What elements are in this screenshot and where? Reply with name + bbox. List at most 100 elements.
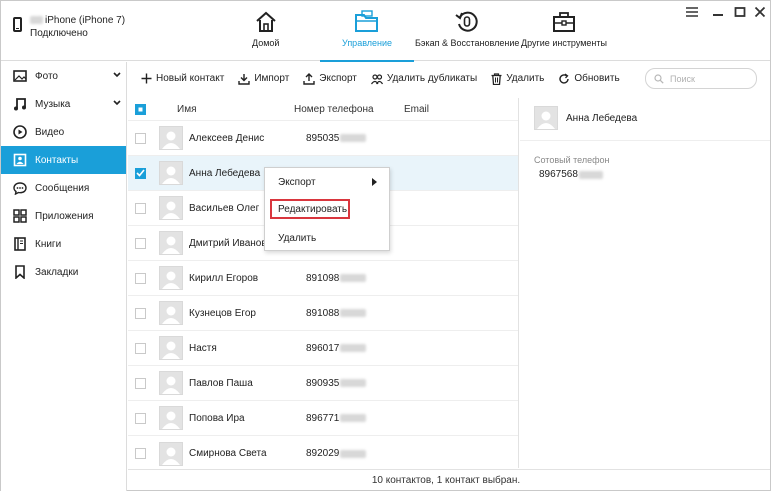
nav-manage[interactable]: Управление (319, 1, 415, 62)
avatar (159, 161, 183, 185)
sidebar-item-photo[interactable]: Фото (1, 62, 126, 90)
contact-phone: 896017 (306, 342, 340, 354)
redacted-digits (340, 379, 367, 387)
table-row[interactable]: Смирнова Света 892029 (128, 436, 518, 471)
menu-icon (686, 7, 698, 17)
avatar (159, 441, 183, 466)
avatar (159, 231, 183, 255)
row-checkbox[interactable] (135, 377, 146, 389)
checkmark-icon (136, 169, 145, 177)
column-header-phone[interactable]: Номер телефона (294, 104, 404, 115)
row-checkbox[interactable] (135, 167, 146, 179)
table-row[interactable]: Кузнецов Егор 891088 (128, 296, 518, 331)
context-menu-edit-label: Редактировать (278, 203, 348, 215)
sidebar-item-contacts[interactable]: Контакты (1, 146, 126, 174)
contact-name: Алексеев Денис (189, 132, 265, 144)
contact-phone: 891098 (306, 272, 340, 284)
contact-name: Смирнова Света (189, 448, 267, 459)
table-row[interactable]: Попова Ира 896771 (128, 401, 518, 436)
context-menu: Экспорт Редактировать Удалить (264, 167, 390, 251)
row-checkbox[interactable] (135, 412, 146, 424)
table-row[interactable]: Настя 896017 (128, 331, 518, 366)
context-menu-edit[interactable]: Редактировать (270, 199, 350, 219)
plus-icon (141, 73, 152, 84)
sidebar-item-bookmarks[interactable]: Закладки (1, 258, 126, 286)
sidebar-item-video[interactable]: Видео (1, 118, 126, 146)
sidebar-item-label: Контакты (35, 154, 79, 166)
column-header-email[interactable]: Email (404, 104, 429, 115)
window-menu-button[interactable] (685, 6, 699, 18)
nav-tools-label: Другие инструменты (521, 38, 607, 48)
row-checkbox[interactable] (135, 272, 146, 284)
redacted-digits (340, 414, 367, 422)
table-row[interactable]: Павлов Паша 890935 (128, 366, 518, 401)
row-checkbox[interactable] (135, 448, 146, 459)
minimize-button[interactable] (711, 6, 725, 18)
row-checkbox[interactable] (135, 237, 146, 249)
contacts-icon (13, 153, 27, 167)
device-info[interactable]: iPhone (iPhone 7) Подключено (13, 14, 125, 40)
nav-manage-label: Управление (342, 38, 393, 48)
avatar (159, 406, 183, 430)
remove-duplicates-button[interactable]: Удалить дубликаты (370, 73, 477, 85)
maximize-button[interactable] (733, 6, 747, 18)
sidebar-item-music[interactable]: Музыка (1, 90, 126, 118)
contacts-table: Имя Номер телефона Email Алексеев Денис … (128, 98, 519, 468)
bookmark-icon (13, 265, 27, 279)
search-icon (654, 73, 664, 84)
context-menu-export-label: Экспорт (278, 176, 316, 188)
context-menu-delete[interactable]: Удалить (265, 228, 389, 248)
row-checkbox[interactable] (135, 132, 146, 144)
contact-phone: 890935 (306, 377, 340, 389)
divider (520, 140, 770, 141)
table-row[interactable]: Кирилл Егоров 891098 (128, 261, 518, 296)
close-button[interactable] (753, 6, 767, 18)
table-header: Имя Номер телефона Email (128, 98, 518, 121)
search-placeholder: Поиск (670, 73, 695, 84)
top-bar: iPhone (iPhone 7) Подключено Домой Управ… (1, 1, 770, 62)
sidebar-item-messages[interactable]: Сообщения (1, 174, 126, 202)
contact-phone: 892029 (306, 448, 340, 459)
nav-home[interactable]: Домой (252, 1, 279, 61)
chevron-down-icon[interactable] (113, 98, 121, 109)
detail-contact-name: Анна Лебедева (566, 112, 638, 124)
app-window: iPhone (iPhone 7) Подключено Домой Управ… (0, 0, 771, 491)
sidebar-item-books[interactable]: Книги (1, 230, 126, 258)
export-button[interactable]: Экспорт (303, 72, 357, 85)
apps-icon (13, 209, 27, 223)
avatar (159, 301, 183, 325)
search-input[interactable]: Поиск (645, 68, 757, 89)
nav-backup[interactable]: Бэкап & Восстановление (415, 1, 519, 61)
sidebar-item-label: Книги (35, 238, 62, 250)
row-checkbox[interactable] (135, 342, 146, 354)
sidebar-item-label: Видео (35, 126, 65, 138)
context-menu-export[interactable]: Экспорт (265, 172, 389, 192)
photo-icon (13, 69, 27, 83)
contact-name: Попова Ира (189, 412, 245, 424)
chevron-down-icon[interactable] (113, 70, 121, 81)
import-button[interactable]: Импорт (238, 73, 289, 85)
row-checkbox[interactable] (135, 202, 146, 214)
minimize-icon (713, 14, 723, 16)
select-all-checkbox[interactable] (135, 103, 146, 115)
folder-icon (354, 10, 380, 34)
phone-icon (13, 17, 22, 32)
detail-phone-label: Сотовый телефон (534, 155, 610, 165)
row-checkbox[interactable] (135, 307, 146, 319)
contact-detail-panel: Анна Лебедева Сотовый телефон 8967568 (520, 98, 770, 468)
column-header-name[interactable]: Имя (177, 104, 294, 115)
music-icon (13, 97, 27, 111)
redacted-digits (340, 344, 367, 352)
refresh-label: Обновить (574, 73, 620, 84)
table-row[interactable]: Алексеев Денис 895035 (128, 121, 518, 156)
sidebar-item-label: Музыка (35, 98, 71, 110)
avatar (159, 196, 183, 220)
import-label: Импорт (254, 73, 290, 84)
contact-name: Кирилл Егоров (189, 272, 259, 284)
refresh-button[interactable]: Обновить (558, 72, 620, 85)
new-contact-button[interactable]: Новый контакт (141, 73, 224, 84)
delete-button[interactable]: Удалить (491, 72, 544, 85)
redacted-digits (340, 134, 367, 142)
nav-tools[interactable]: Другие инструменты (521, 1, 607, 61)
sidebar-item-apps[interactable]: Приложения (1, 202, 126, 230)
